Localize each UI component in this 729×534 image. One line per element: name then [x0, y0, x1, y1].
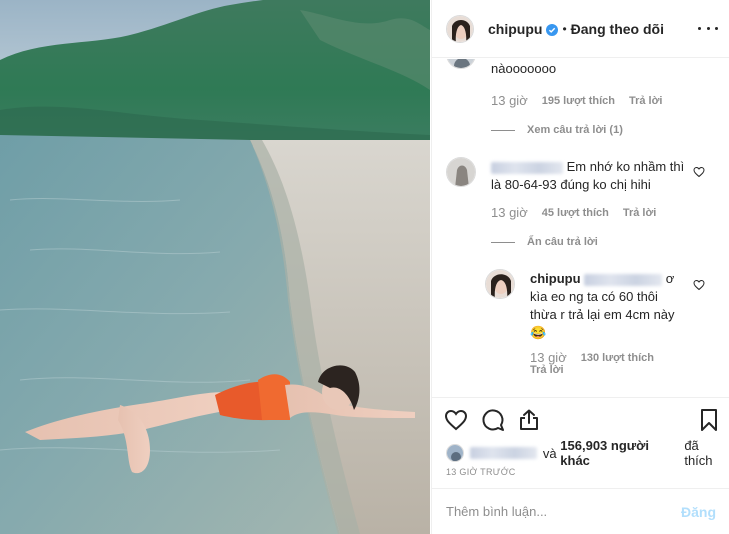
comment-time[interactable]: 13 giờ — [491, 93, 528, 108]
heart-icon[interactable] — [444, 408, 468, 432]
post-button[interactable]: Đăng — [681, 504, 716, 520]
comment-icon[interactable] — [481, 408, 505, 432]
add-comment-bar: Đăng — [432, 488, 729, 534]
post-details-panel: chipupu • Đang theo dõi nàooooooo 13 giờ… — [431, 0, 729, 534]
view-replies-label: Xem câu trả lời (1) — [527, 124, 623, 136]
comment-meta: 13 giờ 45 lượt thích Trả lời — [491, 205, 670, 220]
avatar[interactable] — [485, 269, 515, 299]
comment-text: Em nhớ ko nhầm thì là 80-64-93 đúng ko c… — [491, 159, 685, 192]
more-options-icon[interactable] — [698, 20, 718, 36]
reply-button[interactable]: Trả lời — [530, 364, 564, 376]
small-heart-icon[interactable] — [693, 279, 705, 291]
comment-meta: 13 giờ 195 lượt thích Trả lời — [491, 93, 676, 108]
beach-photo-image — [0, 0, 430, 534]
comment-text: nàooooooo — [491, 61, 557, 76]
likes-count-link[interactable]: 156,903 người khác — [560, 438, 680, 468]
verified-badge-icon — [546, 23, 559, 36]
post-photo[interactable] — [0, 0, 430, 534]
separator-dot: • — [562, 21, 567, 36]
small-heart-icon[interactable] — [693, 166, 705, 178]
blurred-username — [491, 161, 563, 174]
hide-replies-button[interactable]: Ẩn câu trả lời — [491, 236, 598, 248]
likes-summary: và 156,903 người khác đã thích — [446, 438, 729, 468]
comment-likes[interactable]: 45 lượt thích — [542, 207, 609, 219]
post-timestamp[interactable]: 13 GIỜ TRƯỚC — [446, 467, 516, 477]
laughing-emoji: 😂 — [530, 325, 547, 340]
comment-likes[interactable]: 195 lượt thích — [542, 95, 615, 107]
post-author-username[interactable]: chipupu — [488, 21, 542, 37]
avatar[interactable] — [446, 14, 474, 43]
avatar[interactable] — [446, 157, 476, 187]
reply-button[interactable]: Trả lời — [629, 95, 663, 107]
reply-author-username[interactable]: chipupu — [530, 271, 581, 286]
comment-input[interactable] — [446, 504, 681, 519]
post-header: chipupu • Đang theo dõi — [432, 0, 729, 58]
avatar[interactable] — [446, 59, 476, 69]
bookmark-icon[interactable] — [697, 408, 721, 432]
profile-picture — [447, 15, 473, 42]
blurred-mention — [584, 273, 663, 286]
post-actions: và 156,903 người khác đã thích 13 GIỜ TR… — [432, 397, 729, 487]
share-icon[interactable] — [517, 408, 541, 432]
comments-list[interactable]: nàooooooo 13 giờ 195 lượt thích Trả lời … — [432, 59, 729, 396]
reply-time[interactable]: 13 giờ — [530, 350, 567, 365]
comment-time[interactable]: 13 giờ — [491, 205, 528, 220]
hide-replies-label: Ẩn câu trả lời — [527, 236, 598, 248]
blurred-liker-name — [469, 447, 537, 459]
following-status-button[interactable]: Đang theo dõi — [571, 21, 664, 37]
reply-meta-wrap: Trả lời — [530, 364, 578, 376]
reply-likes[interactable]: 130 lượt thích — [581, 352, 654, 364]
avatar[interactable] — [446, 444, 464, 462]
reply-meta: 13 giờ 130 lượt thích — [530, 350, 668, 365]
view-replies-button[interactable]: Xem câu trả lời (1) — [491, 124, 623, 136]
reply-text: chipupu ơ kìa eo ng ta có 60 thôi thừa r… — [530, 271, 675, 340]
reply-button[interactable]: Trả lời — [623, 207, 657, 219]
